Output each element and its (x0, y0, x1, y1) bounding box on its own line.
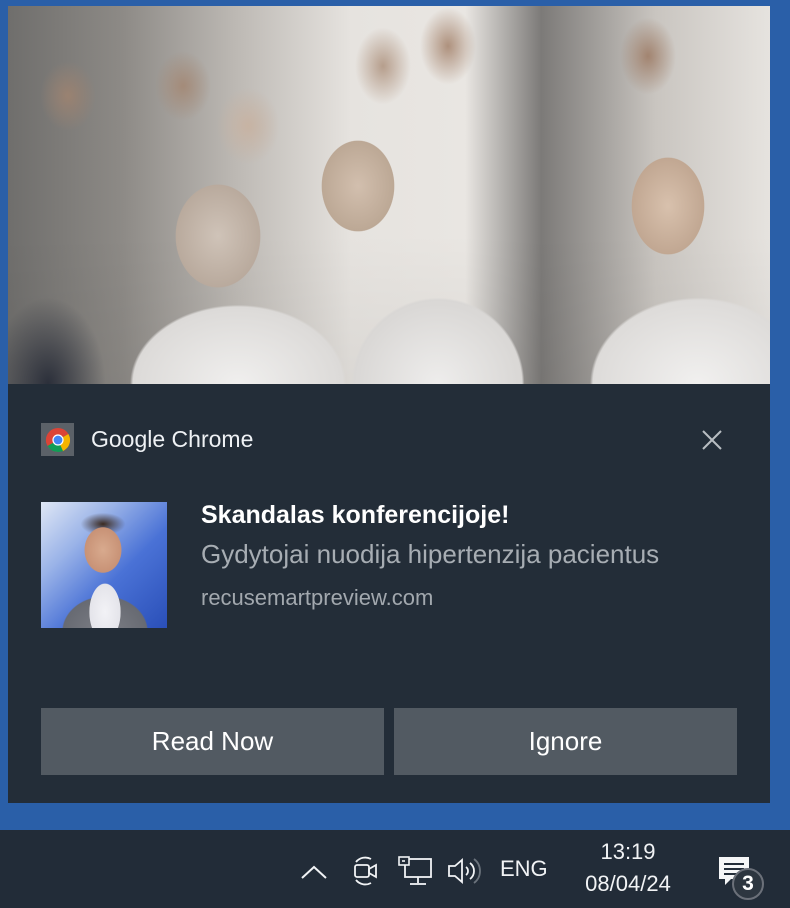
chrome-icon (41, 423, 74, 456)
network-button[interactable] (396, 854, 434, 888)
clock-time: 13:19 (600, 839, 656, 864)
volume-icon (448, 858, 481, 884)
hero-image-foreground (8, 234, 770, 384)
volume-button[interactable] (446, 854, 482, 888)
notification-source: recusemartpreview.com (201, 585, 434, 610)
taskbar: ENG 13:19 08/04/24 (0, 830, 790, 908)
read-now-button[interactable]: Read Now (41, 708, 384, 775)
chevron-up-icon (301, 865, 327, 879)
meet-now-icon (354, 856, 377, 886)
notification-toast[interactable]: Google Chrome Skandalas konferencijoje! … (8, 6, 770, 803)
clock-button[interactable]: 13:19 08/04/24 (572, 836, 684, 900)
show-hidden-icons-button[interactable] (298, 856, 330, 888)
network-icon (398, 856, 432, 885)
input-language-button[interactable]: ENG (500, 852, 548, 886)
close-icon (702, 430, 722, 450)
notification-header: Google Chrome (41, 423, 253, 456)
notification-body: Gydytojai nuodija hipertenzija pacientus (201, 539, 660, 569)
ignore-button[interactable]: Ignore (394, 708, 737, 775)
meet-now-button[interactable] (350, 854, 382, 888)
notification-title: Skandalas konferencijoje! (201, 501, 510, 529)
hero-image[interactable] (8, 6, 770, 384)
notification-count-badge: 3 (732, 868, 764, 900)
thumbnail-image (41, 502, 167, 628)
notification-content[interactable]: Skandalas konferencijoje! Gydytojai nuod… (201, 498, 741, 611)
clock-date: 08/04/24 (585, 871, 671, 896)
app-name: Google Chrome (91, 426, 254, 452)
close-button[interactable] (698, 426, 726, 454)
